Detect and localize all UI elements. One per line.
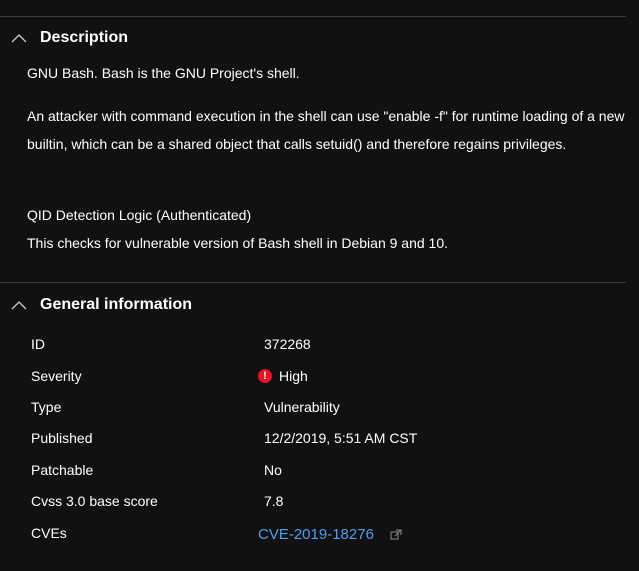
external-link-icon[interactable] xyxy=(390,529,402,541)
info-value: 7.8 xyxy=(264,493,284,509)
info-row-id: ID 372268 xyxy=(0,333,620,355)
description-title: Description xyxy=(40,29,129,46)
general-info-section-header[interactable]: General information xyxy=(0,293,192,317)
info-value: 372268 xyxy=(264,336,311,352)
chevron-up-icon xyxy=(11,301,27,310)
cve-value: CVE-2019-18276 xyxy=(258,526,402,543)
info-label: ID xyxy=(31,336,45,352)
description-paragraph-4: This checks for vulnerable version of Ba… xyxy=(27,235,449,251)
info-row-cvss: Cvss 3.0 base score 7.8 xyxy=(0,490,620,512)
info-value: 12/2/2019, 5:51 AM CST xyxy=(264,430,418,446)
section-divider xyxy=(0,282,626,283)
severity-value: ! High xyxy=(258,368,308,384)
general-info-title: General information xyxy=(40,296,193,313)
cve-link[interactable]: CVE-2019-18276 xyxy=(258,526,374,543)
info-label: Type xyxy=(31,399,62,415)
info-row-type: Type Vulnerability xyxy=(0,396,620,418)
description-paragraph-3: QID Detection Logic (Authenticated) xyxy=(27,207,252,223)
info-label: CVEs xyxy=(31,525,67,541)
info-value: Vulnerability xyxy=(264,399,340,415)
info-row-cves: CVEs CVE-2019-18276 xyxy=(0,522,620,544)
chevron-up-icon xyxy=(11,34,27,43)
info-label: Patchable xyxy=(31,462,94,478)
description-paragraph-2: An attacker with command execution in th… xyxy=(27,108,625,152)
info-label: Cvss 3.0 base score xyxy=(31,493,158,509)
info-row-patchable: Patchable No xyxy=(0,459,620,481)
top-divider xyxy=(0,16,626,17)
info-row-published: Published 12/2/2019, 5:51 AM CST xyxy=(0,427,620,449)
description-paragraph-1: GNU Bash. Bash is the GNU Project's shel… xyxy=(27,65,300,81)
info-label: Published xyxy=(31,430,93,446)
info-row-severity: Severity ! High xyxy=(0,365,620,387)
error-icon: ! xyxy=(258,369,272,383)
description-section-header[interactable]: Description xyxy=(0,26,128,50)
severity-text: High xyxy=(279,368,308,384)
info-value: No xyxy=(264,462,282,478)
info-label: Severity xyxy=(31,368,82,384)
